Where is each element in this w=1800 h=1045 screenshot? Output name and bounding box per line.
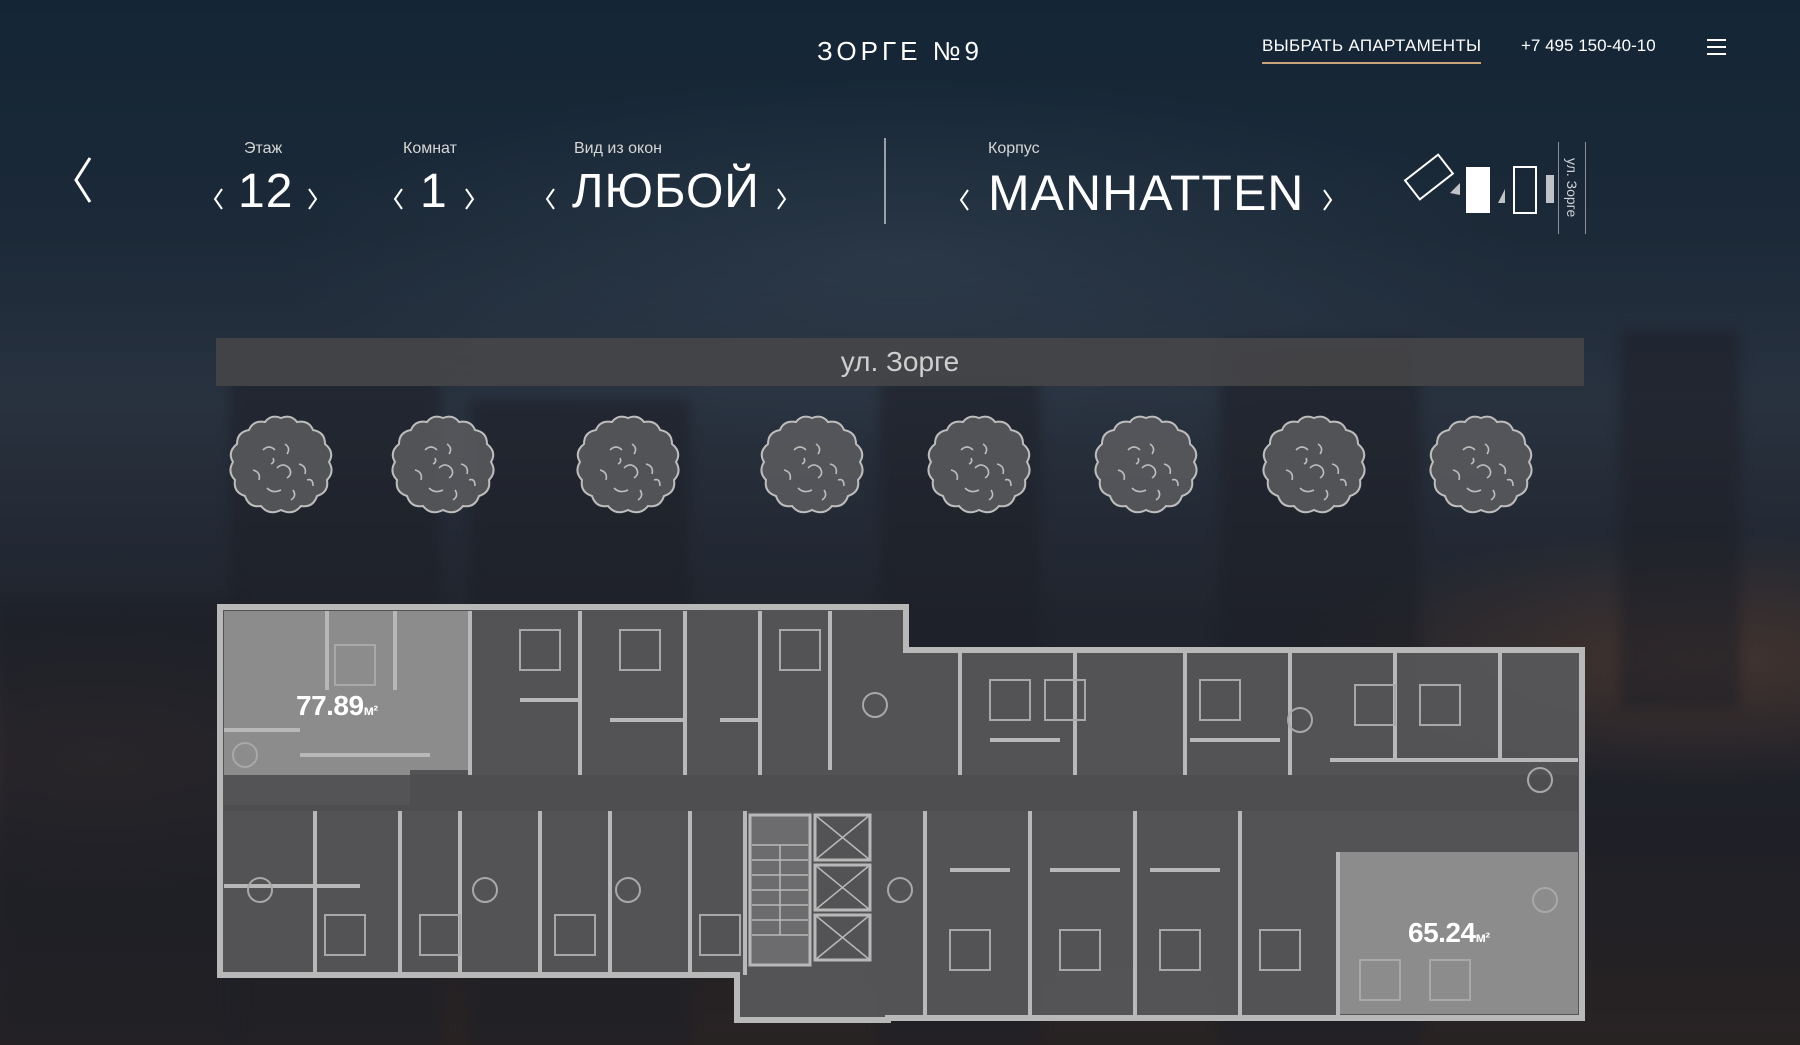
site-logo[interactable]: ЗОРГЕ №9 xyxy=(817,36,983,67)
street-banner: ул. Зорге xyxy=(216,338,1584,386)
tree-icon xyxy=(223,410,339,526)
tree-icon xyxy=(921,410,1037,526)
unit-65-24-area-unit: м² xyxy=(1475,929,1491,945)
building-4-icon xyxy=(1546,175,1554,203)
unit-65-24-area[interactable]: 65.24м² xyxy=(1408,917,1490,949)
tree-icon xyxy=(1256,410,1372,526)
floor-label: Этаж xyxy=(244,140,283,157)
building-2-selected-icon xyxy=(1466,167,1490,213)
picker-street-text: ул. Зорге xyxy=(1564,158,1580,218)
building-filter: Корпус MANHATTEN xyxy=(958,140,1334,222)
tree-icon xyxy=(1088,410,1204,526)
back-arrow-icon[interactable] xyxy=(70,150,100,210)
rooms-next-icon[interactable] xyxy=(462,185,476,213)
unit-65-24-area-value: 65.24 xyxy=(1408,917,1476,948)
building-prev-icon[interactable] xyxy=(958,186,972,214)
building-1-tower-icon xyxy=(1450,183,1460,195)
site-header: ЗОРГЕ №9 ВЫБРАТЬ АПАРТАМЕНТЫ +7 495 150-… xyxy=(0,0,1800,95)
view-filter: Вид из окон ЛЮБОЙ xyxy=(544,140,788,219)
unit-77-89-area-value: 77.89 xyxy=(296,690,364,721)
unit-77-89-area-unit: м² xyxy=(363,702,379,718)
view-prev-icon[interactable] xyxy=(544,185,558,213)
tree-icon xyxy=(754,410,870,526)
filters-divider xyxy=(884,138,886,224)
view-label: Вид из окон xyxy=(574,140,662,157)
view-next-icon[interactable] xyxy=(774,185,788,213)
building-next-icon[interactable] xyxy=(1320,186,1334,214)
rooms-filter: Комнат 1 xyxy=(392,140,476,219)
tree-icon xyxy=(570,410,686,526)
street-banner-text: ул. Зорге xyxy=(840,346,960,377)
building-label: Корпус xyxy=(988,140,1040,157)
unit-77-89-area[interactable]: 77.89м² xyxy=(296,690,378,722)
floor-next-icon[interactable] xyxy=(305,185,319,213)
choose-apartments-link[interactable]: ВЫБРАТЬ АПАРТАМЕНТЫ xyxy=(1262,36,1482,64)
rooms-label: Комнат xyxy=(403,140,457,157)
view-value: ЛЮБОЙ xyxy=(572,165,760,218)
building-1-icon xyxy=(1403,153,1455,201)
building-3-tower-icon xyxy=(1498,189,1505,203)
floor-value: 12 xyxy=(238,165,294,218)
building-value: MANHATTEN xyxy=(988,165,1305,221)
building-3-icon xyxy=(1513,166,1537,214)
rooms-value: 1 xyxy=(420,165,448,218)
menu-icon[interactable] xyxy=(1707,39,1726,55)
rooms-prev-icon[interactable] xyxy=(392,185,406,213)
tree-icon xyxy=(1423,410,1539,526)
tree-icon xyxy=(385,410,501,526)
floor-prev-icon[interactable] xyxy=(212,185,226,213)
phone-link[interactable]: +7 495 150-40-10 xyxy=(1521,36,1656,56)
floor-filter: Этаж 12 xyxy=(212,140,319,219)
trees-row xyxy=(0,410,1800,530)
picker-street-label: ул. Зорге xyxy=(1558,142,1586,234)
